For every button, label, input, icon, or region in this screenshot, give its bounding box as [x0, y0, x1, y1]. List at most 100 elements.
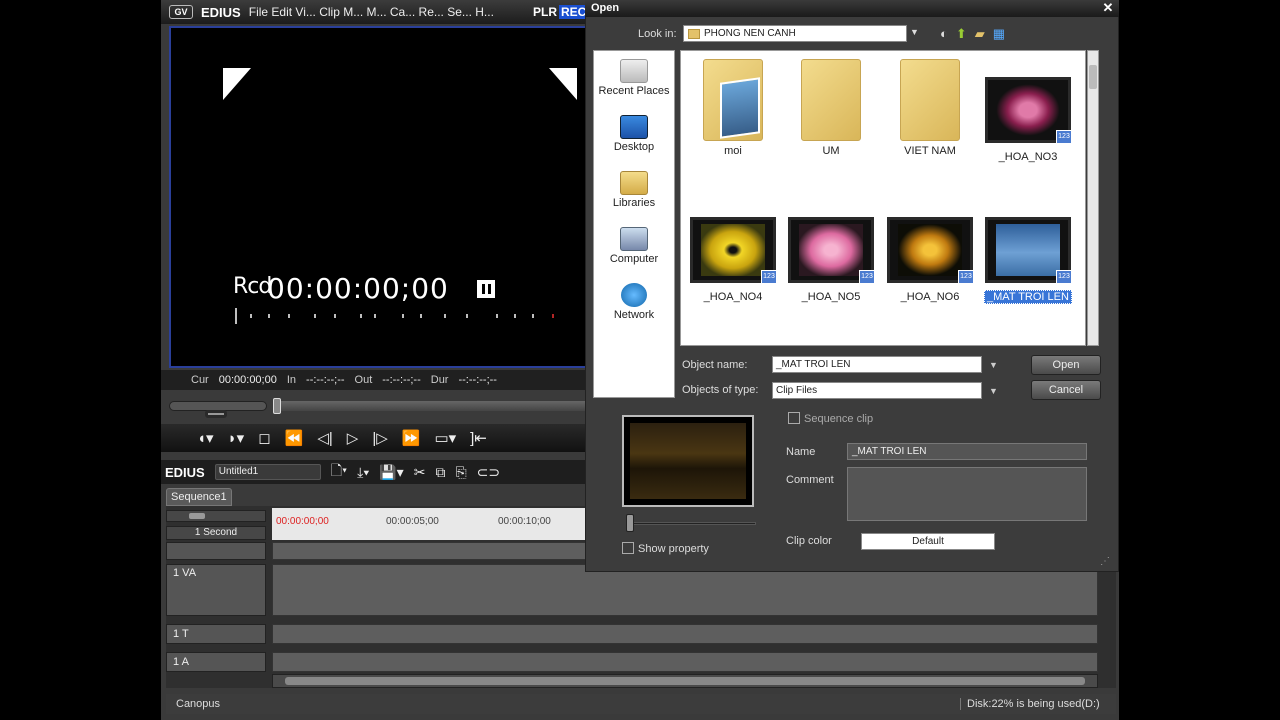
place-desktop[interactable]: Desktop [594, 115, 674, 153]
position-bar[interactable] [273, 401, 589, 411]
show-property-checkbox[interactable] [622, 542, 634, 554]
places-bar: Recent Places Desktop Libraries Computer… [593, 50, 675, 398]
cur-timecode[interactable]: 00:00:00;00 [219, 374, 277, 386]
scrollbar-thumb[interactable] [1089, 65, 1097, 89]
ruler-label: 00:00:05;00 [386, 516, 439, 527]
clip-thumbnail: 123 [690, 217, 777, 284]
sequence-clip-checkbox[interactable] [788, 412, 800, 424]
place-computer[interactable]: Computer [594, 227, 674, 265]
cancel-button[interactable]: Cancel [1031, 380, 1101, 400]
comment-label: Comment [786, 474, 834, 486]
play-icon[interactable]: ▷ [347, 429, 359, 447]
chevron-down-icon[interactable]: ▼ [989, 360, 998, 370]
new-icon[interactable]: 🗋▾ [331, 460, 347, 484]
cut-icon[interactable]: ✂ [414, 464, 426, 481]
step-forward-icon[interactable]: |▷ [372, 429, 387, 447]
set-in-icon[interactable]: ◖▾ [197, 429, 214, 447]
clip-thumbnail: 123 [788, 217, 875, 284]
object-name-input[interactable]: _MAT TROI LEN [772, 356, 982, 373]
track-header-empty[interactable] [166, 542, 266, 560]
app-brand: EDIUS [201, 4, 241, 20]
place-network[interactable]: Network [594, 283, 674, 321]
save-icon[interactable]: 💾▾ [379, 464, 403, 481]
comment-field[interactable] [847, 467, 1087, 521]
timecode-bar: Cur 00:00:00;00 In --:--:--;-- Out --:--:--… [161, 370, 591, 390]
file-item-clip[interactable]: 123 _HOA_NO5 [785, 209, 877, 303]
jump-in-icon[interactable]: ]⇤ [470, 429, 487, 447]
resize-grip-icon[interactable]: ⋰ [1100, 556, 1114, 570]
timeline-ruler[interactable]: 00:00:00;00 00:00:05;00 00:00:10;00 [272, 508, 586, 540]
place-libraries[interactable]: Libraries [594, 171, 674, 209]
chevron-down-icon[interactable]: ▼ [910, 27, 919, 37]
ruler-label: 00:00:10;00 [498, 516, 551, 527]
preview-monitor: Rcd 00:00:00;00 [169, 26, 589, 368]
preview-slider[interactable] [626, 514, 756, 532]
preview-slider-track[interactable] [630, 522, 756, 525]
loop-icon[interactable]: ▭▾ [434, 429, 456, 447]
track-header-1va[interactable]: 1 VA [166, 564, 266, 616]
place-recent-places[interactable]: Recent Places [594, 59, 674, 97]
recorder-indicator[interactable]: REC [559, 5, 589, 19]
close-icon[interactable]: ✕ [1100, 0, 1116, 16]
new-folder-icon[interactable]: ▰ [975, 26, 985, 42]
stop-icon[interactable]: ◻ [258, 429, 270, 447]
chevron-down-icon[interactable]: ▼ [989, 386, 998, 396]
fast-forward-icon[interactable]: ⏩ [402, 429, 421, 447]
folder-icon [900, 59, 960, 141]
tab-sequence1[interactable]: Sequence1 [166, 488, 232, 506]
clip-thumbnail: 123 [985, 217, 1072, 284]
track-header-1t[interactable]: 1 T [166, 624, 266, 644]
file-item-folder[interactable]: VIET NAM [884, 59, 976, 157]
zoom-slider-thumb[interactable] [189, 513, 205, 519]
shuttle-thumb[interactable] [205, 410, 227, 418]
scrollbar-thumb[interactable] [285, 677, 1085, 685]
clip-thumbnail: 123 [887, 217, 974, 284]
look-in-label: Look in: [638, 28, 677, 40]
libraries-icon [620, 171, 648, 195]
scrub-bar[interactable] [169, 398, 589, 418]
recent-places-icon [620, 59, 648, 83]
clip-color-select[interactable]: Default [861, 533, 995, 550]
player-indicator[interactable]: PLR [533, 5, 557, 19]
back-icon[interactable]: ◐ [940, 26, 948, 42]
file-item-clip-selected[interactable]: 123 _MAT TROI LEN [982, 209, 1074, 304]
up-folder-icon[interactable]: ⬆ [956, 26, 967, 42]
preview-slider-knob[interactable] [626, 514, 634, 532]
view-menu-icon[interactable]: ▦ [993, 26, 1005, 42]
timescale-select[interactable]: 1 Second [166, 526, 266, 540]
dur-timecode[interactable]: --:--:--;-- [458, 374, 496, 386]
file-item-clip[interactable]: 123 _HOA_NO4 [687, 209, 779, 303]
menu-bar[interactable]: File Edit Vi... Clip M... M... Ca... Re.… [249, 5, 494, 19]
cur-label: Cur [191, 374, 209, 386]
track-body-1t[interactable] [272, 624, 1098, 644]
open-button[interactable]: Open [1031, 355, 1101, 375]
file-item-clip[interactable]: 123 _HOA_NO3 [982, 59, 1074, 163]
file-item-folder[interactable]: moi [687, 59, 779, 157]
look-in-select[interactable]: PHONG NEN CANH [683, 25, 907, 42]
track-body-1a[interactable] [272, 652, 1098, 672]
position-marker[interactable] [273, 398, 281, 414]
open-project-icon[interactable]: ⤓▾ [357, 464, 369, 481]
copy-icon[interactable]: ⧉ [435, 464, 445, 481]
file-item-folder[interactable]: UM [785, 59, 877, 157]
zoom-slider[interactable] [166, 510, 266, 522]
name-field[interactable]: _MAT TROI LEN [847, 443, 1087, 460]
project-name-field[interactable]: Untitled1 [214, 464, 321, 480]
out-timecode[interactable]: --:--:--;-- [382, 374, 420, 386]
dialog-title: Open [585, 0, 1119, 17]
folder-icon [703, 59, 763, 141]
file-item-clip[interactable]: 123 _HOA_NO6 [884, 209, 976, 303]
paste-icon[interactable]: ⎘ [455, 464, 466, 481]
object-type-select[interactable]: Clip Files [772, 382, 982, 399]
in-timecode[interactable]: --:--:--;-- [306, 374, 344, 386]
transport-controls: ◖▾ ◗▾ ◻ ⏪ ◁| ▷ |▷ ⏩ ▭▾ ]⇤ [161, 424, 591, 452]
step-back-icon[interactable]: ◁| [317, 429, 332, 447]
file-list-scrollbar[interactable] [1087, 50, 1099, 346]
name-label: Name [786, 446, 816, 458]
timeline-horizontal-scrollbar[interactable] [272, 674, 1098, 688]
set-out-icon[interactable]: ◗▾ [228, 429, 245, 447]
clip-preview [622, 415, 754, 507]
rewind-icon[interactable]: ⏪ [285, 429, 304, 447]
link-icon[interactable]: ⊂⊃ [477, 464, 500, 481]
track-header-1a[interactable]: 1 A [166, 652, 266, 672]
